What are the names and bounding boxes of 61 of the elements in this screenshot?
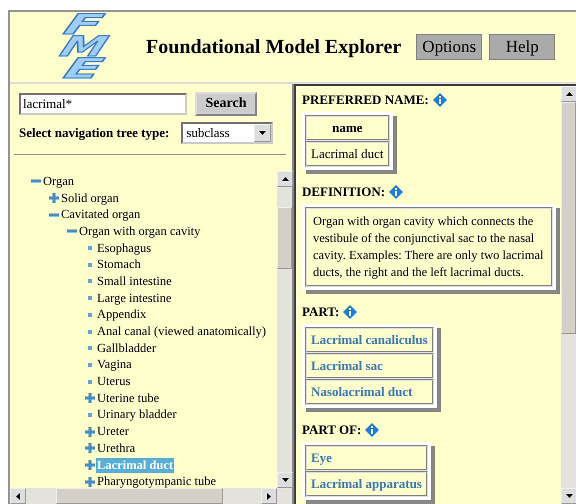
definition-text: Organ with organ cavity which connects the vestibule of the conjunctival sac to the nasal cavity. Examples: There are only two lacrimal ducts, the right and the left lacrimal ducts. — [305, 207, 553, 287]
info-icon[interactable] — [365, 423, 380, 437]
tree-item[interactable]: Small intestine — [96, 274, 173, 289]
help-button[interactable]: Help — [489, 34, 556, 60]
tree-item[interactable]: Urinary bladder — [96, 407, 178, 422]
tree-item[interactable]: Organ with organ cavity — [78, 224, 202, 239]
horizontal-scrollbar[interactable] — [10, 488, 292, 504]
app-title: Foundational Model Explorer — [146, 35, 402, 60]
tree-type-label: Select navigation tree type: — [19, 125, 170, 141]
logo: F M E — [54, 14, 114, 80]
right-arrow-icon — [267, 492, 271, 500]
table-cell: Lacrimal duct — [305, 141, 390, 167]
term-link[interactable]: Nasolacrimal duct — [305, 379, 434, 405]
section-heading: PART: — [302, 304, 340, 320]
tree-item[interactable]: Uterine tube — [96, 390, 160, 406]
tree-item[interactable]: Anal canal (viewed anatomically) — [96, 324, 268, 340]
tree-item[interactable]: Gallbladder — [96, 340, 158, 356]
tree-item[interactable]: Vagina — [96, 357, 133, 372]
down-arrow-icon — [282, 478, 288, 482]
plus-icon[interactable] — [48, 193, 60, 204]
plus-icon[interactable] — [84, 443, 96, 454]
scroll-thumb[interactable] — [277, 207, 292, 269]
tree-item[interactable]: Appendix — [96, 307, 148, 322]
down-arrow-icon — [566, 494, 572, 498]
tree-item[interactable]: Pharyngotympanic tube — [96, 474, 218, 488]
options-button[interactable]: Options — [416, 34, 482, 60]
vertical-scrollbar[interactable] — [277, 171, 292, 488]
tree-type-dropdown[interactable]: subclass — [181, 122, 274, 144]
tree-item[interactable]: Urethra — [96, 440, 136, 456]
info-icon[interactable] — [343, 305, 358, 319]
tree-item[interactable]: Cavitated organ — [60, 207, 142, 222]
tree-item[interactable]: Large intestine — [96, 290, 172, 306]
info-icon[interactable] — [432, 93, 447, 107]
tree-item[interactable]: Organ — [42, 174, 76, 189]
section-heading: PART OF: — [302, 422, 362, 438]
scroll-thumb[interactable] — [56, 488, 223, 504]
column-header: name — [305, 115, 390, 141]
vertical-scrollbar[interactable] — [561, 86, 576, 504]
term-link[interactable]: Lacrimal apparatus — [305, 471, 428, 497]
term-link[interactable]: Eye — [305, 445, 428, 471]
section-heading: DEFINITION: — [302, 184, 386, 200]
up-arrow-icon — [566, 92, 572, 96]
tree-item[interactable]: Stomach — [96, 257, 142, 272]
term-link[interactable]: Lacrimal sac — [305, 353, 434, 379]
plus-icon[interactable] — [84, 476, 96, 487]
plus-icon[interactable] — [84, 460, 96, 470]
section-heading: PREFERRED NAME: — [302, 92, 429, 108]
plus-icon[interactable] — [84, 426, 96, 437]
tree-item[interactable]: Ureter — [96, 424, 130, 440]
tree-item[interactable]: Uterus — [96, 374, 132, 390]
down-arrow-icon — [259, 131, 266, 135]
tree-item[interactable]: Esophagus — [96, 240, 152, 256]
tree-item[interactable]: Solid organ — [60, 190, 120, 206]
search-field[interactable]: lacrimal* — [19, 93, 187, 115]
scroll-thumb[interactable] — [561, 102, 576, 334]
term-link[interactable]: Lacrimal canaliculus — [305, 327, 434, 353]
up-arrow-icon — [282, 177, 288, 181]
left-arrow-icon — [16, 492, 20, 500]
info-icon[interactable] — [389, 185, 404, 199]
plus-icon[interactable] — [84, 393, 96, 404]
search-button[interactable]: Search — [195, 92, 257, 116]
